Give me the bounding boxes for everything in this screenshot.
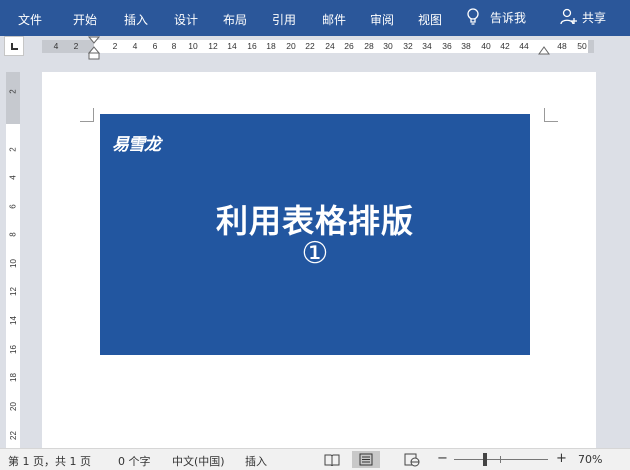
ruler-tick-label: 6 [152,41,158,51]
ruler-tick-label: 18 [8,373,18,382]
print-layout-button[interactable] [352,451,380,468]
ruler-tick-label: 22 [305,41,315,51]
tab-home[interactable]: 开始 [73,11,97,28]
ruler-tick-label: 10 [188,41,198,51]
ruler-tick-label: 10 [8,259,18,268]
document-page[interactable]: 易雪龙 利用表格排版 ① [42,72,596,450]
ruler-tick-label: 22 [8,431,18,440]
book-icon [324,454,340,466]
language-indicator[interactable]: 中文(中国) [172,453,225,469]
ruler-tick-label: 50 [577,41,587,51]
ruler-text-area [94,40,588,53]
ruler-tick-label: 2 [112,41,118,51]
share-label: 共享 [582,10,607,25]
ruler-tick-label: 8 [8,232,18,237]
ruler-tick-label: 44 [519,41,529,51]
person-add-icon [560,8,577,25]
ruler-tick-label: 26 [344,41,354,51]
ruler-tick-label: 48 [557,41,567,51]
first-line-indent-marker[interactable] [88,36,100,60]
banner-numeral: ① [301,236,329,271]
right-indent-marker[interactable] [538,45,550,55]
ribbon-tab-bar: 文件 开始 插入 设计 布局 引用 邮件 审阅 视图 告诉我 共享 [0,0,630,36]
tab-review[interactable]: 审阅 [370,11,394,28]
vertical-ruler[interactable]: 2 2 4 6 8 10 12 14 16 18 20 22 [6,72,20,450]
ruler-tick-label: 8 [171,41,177,51]
ruler-tick-label: 14 [227,41,237,51]
ruler-tick-label: 38 [461,41,471,51]
share-button[interactable]: 共享 [560,8,606,26]
ruler-tick-label: 32 [403,41,413,51]
ruler-tick-label: 14 [8,316,18,325]
zoom-out-button[interactable]: − [437,451,448,466]
page-count[interactable]: 第 1 页，共 1 页 [8,453,91,469]
left-tab-icon [11,43,18,50]
ruler-tick-label: 30 [383,41,393,51]
ruler-tick-label: 4 [8,175,18,180]
page-layout-icon [359,453,373,466]
lightbulb-icon [467,8,479,25]
ruler-tick-label: 16 [8,345,18,354]
tab-insert[interactable]: 插入 [124,11,148,28]
web-layout-button[interactable] [398,451,426,468]
ruler-tick-label: 18 [266,41,276,51]
web-page-icon [404,453,420,466]
zoom-level[interactable]: 70% [578,453,602,466]
tell-me-label: 告诉我 [490,10,527,25]
insert-mode[interactable]: 插入 [245,453,267,469]
tab-design[interactable]: 设计 [174,11,198,28]
ruler-tick-label: 24 [325,41,335,51]
tab-file[interactable]: 文件 [18,11,42,28]
ruler-tick-label: 4 [132,41,138,51]
zoom-in-button[interactable]: + [556,451,567,466]
ruler-tick-label: 36 [442,41,452,51]
zoom-slider-center-tick [500,456,501,463]
ruler-tick-label: 4 [53,41,59,51]
crop-mark-top-right [544,108,558,122]
ruler-row: 4 2 2 4 6 8 10 12 14 16 18 20 22 24 26 28 30 32 34 36 38 40 42… [0,36,630,60]
tab-mailings[interactable]: 邮件 [322,11,346,28]
ruler-tick-label: 2 [8,147,18,152]
tell-me-box[interactable]: 告诉我 [466,8,526,26]
ruler-tick-label: 28 [364,41,374,51]
ruler-tick-label: 34 [422,41,432,51]
word-count[interactable]: 0 个字 [118,453,151,469]
crop-mark-top-left [80,108,94,122]
tab-references[interactable]: 引用 [272,11,296,28]
ruler-tick-label: 2 [73,41,79,51]
tab-view[interactable]: 视图 [418,11,442,28]
ruler-tick-label: 42 [500,41,510,51]
zoom-slider-track[interactable] [454,459,548,460]
tab-stop-selector[interactable] [4,36,24,56]
read-mode-button[interactable] [318,451,346,468]
ruler-tick-label: 40 [481,41,491,51]
ruler-tick-label: 6 [8,204,18,209]
ruler-tick-label: 16 [247,41,257,51]
brand-logo: 易雪龙 [112,135,161,155]
ruler-tick-label: 2 [8,89,18,94]
ruler-top-margin [6,72,20,124]
status-bar: 第 1 页，共 1 页 0 个字 中文(中国) 插入 − + 70% [0,448,630,470]
ruler-tick-label: 12 [208,41,218,51]
title-banner: 易雪龙 利用表格排版 ① [100,114,530,355]
zoom-slider-thumb[interactable] [482,453,487,466]
ruler-tick-label: 20 [8,402,18,411]
tab-layout[interactable]: 布局 [223,11,247,28]
horizontal-ruler[interactable]: 4 2 2 4 6 8 10 12 14 16 18 20 22 24 26 28 30 32 34 36 38 40 42… [42,36,594,60]
ruler-tick-label: 20 [286,41,296,51]
ruler-tick-label: 12 [8,287,18,296]
